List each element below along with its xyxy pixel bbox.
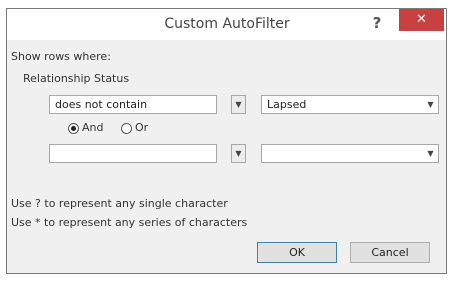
criteria1-operator-dropdown-button[interactable]: ▼ bbox=[231, 95, 246, 114]
chevron-down-icon: ▼ bbox=[235, 149, 242, 158]
criteria2-value-combo[interactable]: ▼ bbox=[261, 144, 439, 163]
title-bar: Custom AutoFilter ? ✕ bbox=[7, 9, 446, 40]
close-button[interactable]: ✕ bbox=[399, 9, 444, 31]
custom-autofilter-dialog: Custom AutoFilter ? ✕ Show rows where: R… bbox=[6, 8, 447, 274]
criteria1-operator-value: does not contain bbox=[55, 98, 148, 111]
or-radio[interactable] bbox=[121, 123, 132, 134]
cancel-button[interactable]: Cancel bbox=[350, 242, 430, 263]
close-icon: ✕ bbox=[416, 12, 427, 27]
criteria2-operator-select[interactable] bbox=[49, 144, 217, 163]
ok-button[interactable]: OK bbox=[257, 242, 337, 263]
chevron-down-icon[interactable]: ▼ bbox=[424, 97, 437, 112]
and-radio[interactable] bbox=[68, 123, 79, 134]
criteria1-value-combo[interactable]: Lapsed ▼ bbox=[261, 95, 439, 114]
field-label: Relationship Status bbox=[23, 72, 130, 85]
hint-series-characters: Use * to represent any series of charact… bbox=[11, 216, 248, 229]
criteria2-operator-dropdown-button[interactable]: ▼ bbox=[231, 144, 246, 163]
or-label: Or bbox=[135, 121, 149, 134]
criteria1-value: Lapsed bbox=[267, 98, 307, 111]
chevron-down-icon: ▼ bbox=[235, 100, 242, 109]
chevron-down-icon[interactable]: ▼ bbox=[424, 146, 437, 161]
hint-single-character: Use ? to represent any single character bbox=[11, 197, 228, 210]
show-rows-label: Show rows where: bbox=[11, 50, 111, 63]
criteria1-operator-select[interactable]: does not contain bbox=[49, 95, 217, 114]
help-icon[interactable]: ? bbox=[367, 14, 387, 34]
and-label: And bbox=[82, 121, 104, 134]
dialog-title: Custom AutoFilter bbox=[164, 16, 290, 32]
